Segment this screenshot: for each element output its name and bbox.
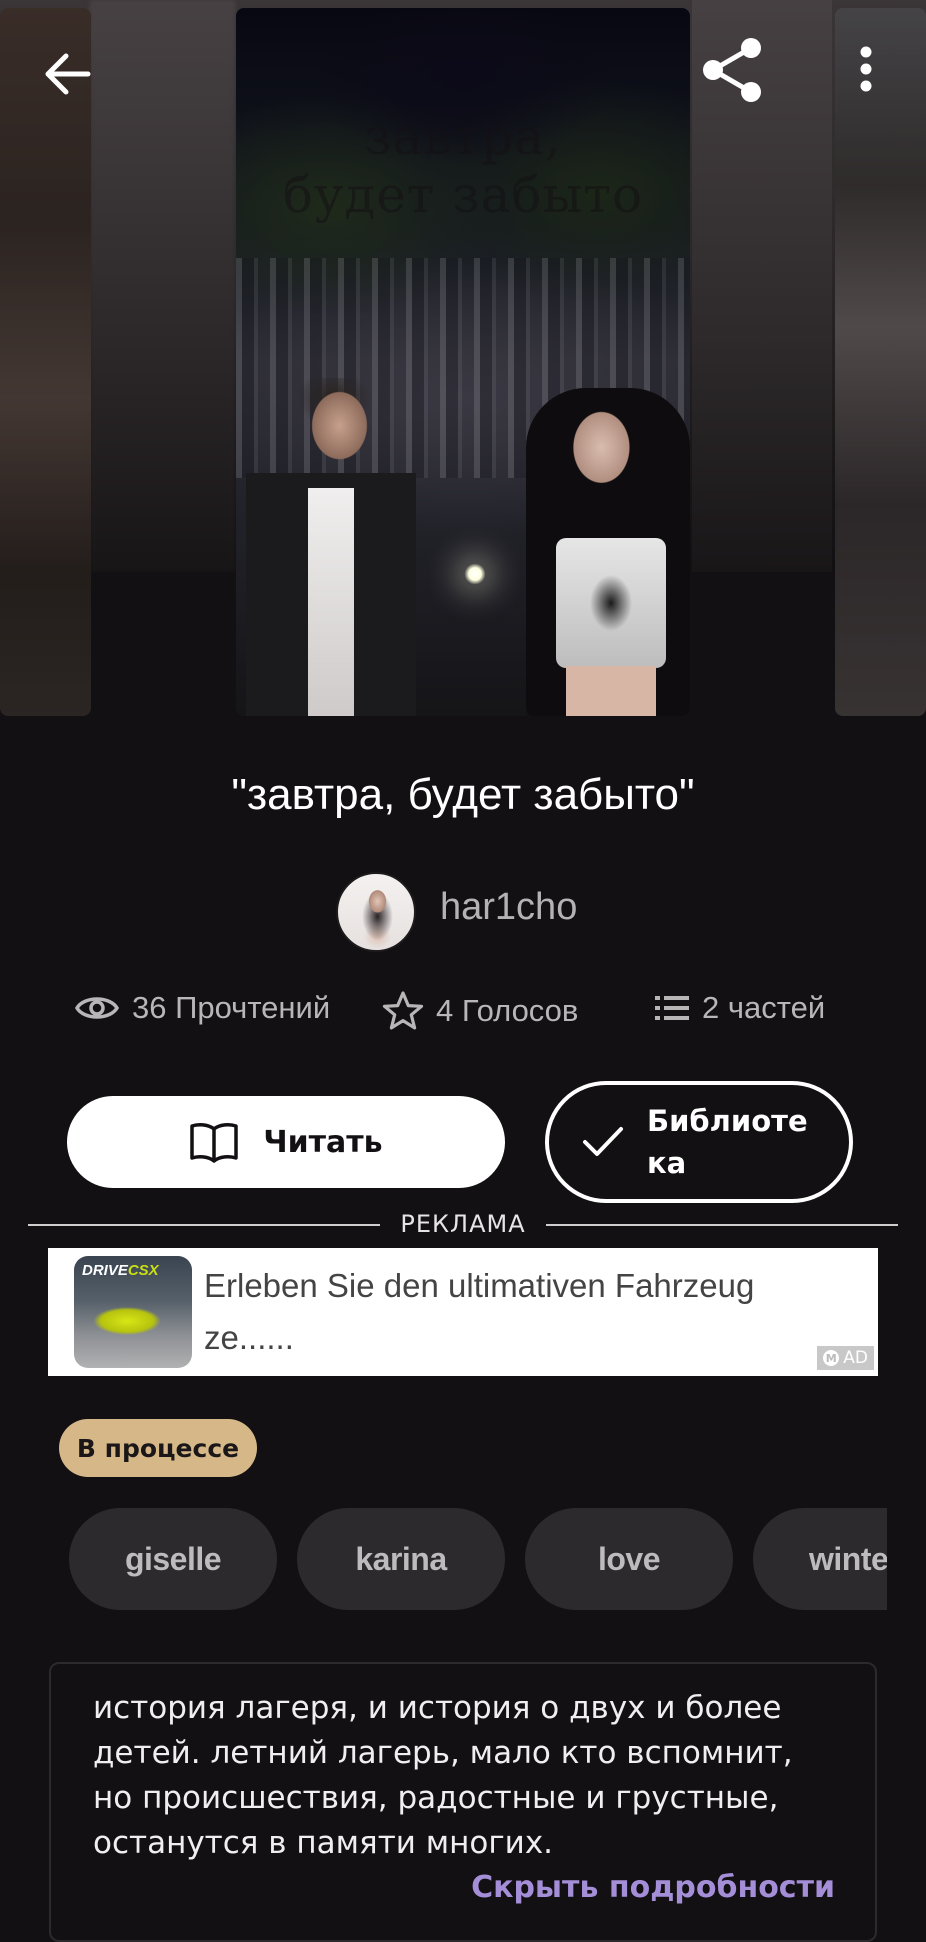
tag-chip[interactable]: karina xyxy=(297,1508,505,1610)
author-avatar[interactable] xyxy=(336,872,416,952)
ad-network-icon: M xyxy=(823,1350,840,1366)
story-title: "завтра, будет забыто" xyxy=(231,770,695,819)
ad-section-label: РЕКЛАМА xyxy=(400,1210,526,1238)
more-options-button[interactable] xyxy=(846,38,886,104)
tag-chip[interactable]: winte xyxy=(753,1508,887,1610)
tag-chip[interactable]: giselle xyxy=(69,1508,277,1610)
ad-thumbnail: DRIVECSX xyxy=(74,1256,192,1368)
ad-brand: DRIVECSX xyxy=(82,1262,159,1279)
description-text: история лагеря, и история о двух и более… xyxy=(93,1690,793,1861)
back-button[interactable] xyxy=(36,42,100,106)
author-name[interactable]: har1cho xyxy=(440,886,577,929)
cover-lamp xyxy=(464,563,486,585)
library-button-label: Библиотека xyxy=(647,1104,808,1180)
previous-story-cover[interactable] xyxy=(0,8,91,716)
star-icon xyxy=(382,991,424,1030)
ad-text: Erleben Sie den ultimativen Fahrzeug ze.… xyxy=(204,1267,755,1356)
share-icon xyxy=(703,38,761,102)
hide-details-link[interactable]: Скрыть подробности xyxy=(471,1870,835,1905)
cover-title-art: завтра, будет забыто xyxy=(282,108,644,224)
cover-figure-girl xyxy=(526,388,690,716)
share-button[interactable] xyxy=(694,32,770,108)
reads-stat: 36 Прочтений xyxy=(74,990,330,1026)
votes-stat: 4 Голосов xyxy=(382,990,578,1032)
ad-badge[interactable]: M AD xyxy=(817,1346,874,1370)
parts-stat: 2 частей xyxy=(654,990,825,1026)
read-button-label: Читать xyxy=(263,1124,383,1160)
ad-banner[interactable]: DRIVECSX Erleben Sie den ultimativen Fah… xyxy=(48,1248,878,1376)
checkmark-icon xyxy=(583,1127,623,1156)
library-button[interactable]: Библиотека xyxy=(545,1081,853,1203)
book-icon xyxy=(190,1123,239,1163)
status-badge: В процессе xyxy=(59,1419,257,1477)
tags-list[interactable]: giselle karina love winte xyxy=(69,1508,887,1612)
ad-badge-label: AD xyxy=(843,1348,868,1368)
parts-count: 2 частей xyxy=(702,990,826,1025)
story-stats: 36 Прочтений 4 Голосов 2 частей xyxy=(0,990,926,1040)
eye-icon xyxy=(74,997,120,1019)
back-arrow-icon xyxy=(45,53,91,95)
next-story-cover[interactable] xyxy=(835,8,926,716)
backdrop-blur-left xyxy=(90,0,235,572)
more-vertical-icon xyxy=(860,46,872,92)
description-box: история лагеря, и история о двух и более… xyxy=(49,1662,877,1942)
votes-count: 4 Голосов xyxy=(436,993,579,1028)
cover-figure-boy xyxy=(246,378,416,716)
list-icon xyxy=(655,996,689,1020)
tag-chip[interactable]: love xyxy=(525,1508,733,1610)
story-cover-image: завтра, будет забыто xyxy=(236,8,690,716)
reads-count: 36 Прочтений xyxy=(132,990,331,1025)
read-button[interactable]: Читать xyxy=(67,1096,505,1188)
